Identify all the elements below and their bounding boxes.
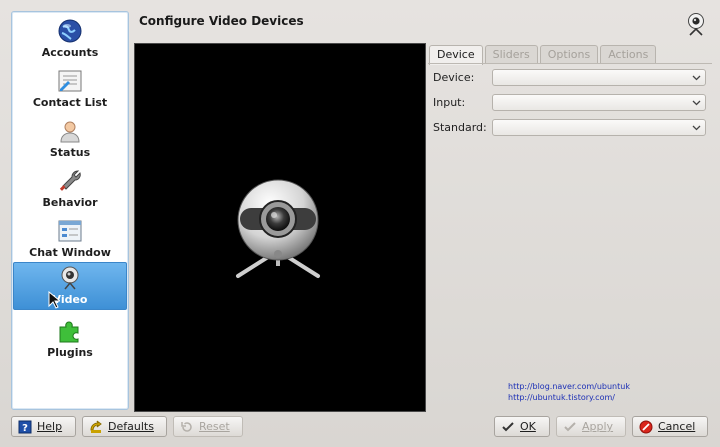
apply-button-label: Apply bbox=[582, 420, 614, 433]
tab-device[interactable]: Device bbox=[429, 45, 483, 65]
input-label: Input: bbox=[433, 96, 466, 109]
page-title: Configure Video Devices bbox=[139, 14, 304, 28]
sidebar-item-label: Chat Window bbox=[29, 246, 111, 259]
watermark-link-blog[interactable]: http://blog.naver.com/ubuntuk bbox=[508, 382, 630, 391]
defaults-icon bbox=[89, 420, 103, 434]
webcam-icon bbox=[236, 179, 320, 278]
webcam-icon bbox=[688, 13, 704, 36]
sidebar-item-label: Status bbox=[49, 146, 91, 159]
settings-sidebar: Accounts Contact List Status Behavior Ch… bbox=[11, 11, 129, 410]
puzzle-icon bbox=[57, 318, 83, 344]
reset-icon bbox=[180, 420, 194, 434]
reset-button-label: Reset bbox=[199, 420, 230, 433]
help-button-label: Help bbox=[37, 420, 63, 433]
globe-icon bbox=[57, 18, 83, 44]
device-tabs: Device Sliders Options Actions bbox=[429, 45, 658, 65]
checkmark-icon bbox=[563, 420, 577, 434]
watermark-link-tistory[interactable]: http://ubuntuk.tistory.com/ bbox=[508, 393, 615, 402]
cancel-button-label: Cancel bbox=[658, 420, 696, 433]
sidebar-item-label: Contact List bbox=[32, 96, 108, 109]
apply-button[interactable]: Apply bbox=[556, 416, 626, 437]
sidebar-item-accounts[interactable]: Accounts bbox=[13, 14, 127, 62]
standard-select[interactable] bbox=[492, 119, 706, 136]
defaults-button-label: Defaults bbox=[108, 420, 154, 433]
svg-text:?: ? bbox=[22, 423, 28, 434]
sidebar-item-behavior[interactable]: Behavior bbox=[13, 164, 127, 212]
sidebar-item-chat-window[interactable]: Chat Window bbox=[13, 214, 127, 262]
sidebar-item-video[interactable]: Video bbox=[13, 262, 127, 310]
device-label: Device: bbox=[433, 71, 475, 84]
tab-sliders[interactable]: Sliders bbox=[484, 45, 538, 64]
defaults-button[interactable]: Defaults bbox=[82, 416, 167, 437]
cancel-button[interactable]: Cancel bbox=[632, 416, 708, 437]
mouse-pointer-icon bbox=[48, 291, 60, 309]
tab-panel bbox=[428, 63, 712, 411]
chevron-down-icon bbox=[692, 100, 701, 106]
wrench-icon bbox=[57, 168, 83, 194]
help-icon: ? bbox=[18, 420, 32, 434]
standard-label: Standard: bbox=[433, 121, 487, 134]
checkmark-icon bbox=[501, 420, 515, 434]
video-preview bbox=[134, 43, 426, 412]
help-button[interactable]: ? Help bbox=[11, 416, 76, 437]
person-icon bbox=[57, 118, 83, 144]
contact-list-icon bbox=[57, 68, 83, 94]
chevron-down-icon bbox=[692, 125, 701, 131]
sidebar-item-label: Plugins bbox=[47, 346, 93, 359]
device-select[interactable] bbox=[492, 69, 706, 86]
sidebar-item-label: Behavior bbox=[42, 196, 98, 209]
tab-actions[interactable]: Actions bbox=[600, 45, 657, 64]
sidebar-item-contact-list[interactable]: Contact List bbox=[13, 64, 127, 112]
ok-button[interactable]: OK bbox=[494, 416, 550, 437]
webcam-icon bbox=[57, 265, 83, 291]
tab-options[interactable]: Options bbox=[539, 45, 599, 64]
input-select[interactable] bbox=[492, 94, 706, 111]
cancel-icon bbox=[639, 420, 653, 434]
ok-button-label: OK bbox=[520, 420, 536, 433]
chat-window-icon bbox=[57, 218, 83, 244]
sidebar-item-label: Accounts bbox=[41, 46, 99, 59]
sidebar-item-status[interactable]: Status bbox=[13, 114, 127, 162]
reset-button[interactable]: Reset bbox=[173, 416, 243, 437]
sidebar-item-plugins[interactable]: Plugins bbox=[13, 314, 127, 362]
chevron-down-icon bbox=[692, 75, 701, 81]
